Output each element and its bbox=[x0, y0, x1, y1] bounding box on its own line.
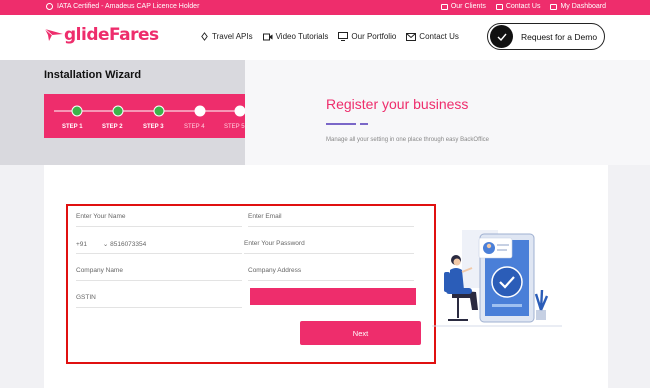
gstin-placeholder: GSTIN bbox=[76, 294, 96, 301]
main-nav: glideFares Travel APIs Video Tutorials O… bbox=[0, 15, 650, 60]
step-3-label: STEP 3 bbox=[143, 124, 164, 130]
name-field[interactable]: Enter Your Name bbox=[76, 213, 242, 227]
register-header-panel bbox=[245, 60, 650, 165]
register-title: Register your business bbox=[326, 96, 469, 112]
company-name-field[interactable]: Company Name bbox=[76, 267, 242, 281]
step-5-label: STEP 5 bbox=[224, 124, 245, 130]
highlighted-field[interactable] bbox=[250, 288, 416, 305]
nav-our-portfolio-label: Our Portfolio bbox=[351, 32, 397, 41]
company-address-field[interactable]: Company Address bbox=[248, 267, 414, 281]
password-field[interactable]: Enter Your Password bbox=[244, 240, 414, 254]
contact-us-top-label: Contact Us bbox=[505, 3, 541, 10]
mail-icon bbox=[406, 32, 417, 41]
logo[interactable]: glideFares bbox=[44, 25, 159, 45]
step-2-label: STEP 2 bbox=[102, 124, 123, 130]
plant-icon bbox=[534, 289, 549, 311]
step-3-dot bbox=[153, 105, 165, 117]
my-dashboard-label: My Dashboard bbox=[560, 3, 606, 10]
email-placeholder: Enter Email bbox=[248, 213, 282, 220]
country-code[interactable]: +91 bbox=[76, 241, 87, 248]
nav-video-tutorials[interactable]: Video Tutorials bbox=[262, 32, 329, 41]
phone-value: 8516073354 bbox=[110, 241, 147, 248]
certification-text: IATA Certified - Amadeus CAP Licence Hol… bbox=[57, 3, 200, 10]
phone-field[interactable]: +91 ⌄ 8516073354 bbox=[76, 240, 242, 254]
name-placeholder: Enter Your Name bbox=[76, 213, 126, 220]
nav-video-tutorials-label: Video Tutorials bbox=[275, 32, 329, 41]
step-2-dot bbox=[112, 105, 124, 117]
email-field[interactable]: Enter Email bbox=[248, 213, 414, 227]
nav-contact-us-label: Contact Us bbox=[419, 32, 459, 41]
nav-our-portfolio[interactable]: Our Portfolio bbox=[338, 32, 396, 41]
our-clients-link[interactable]: Our Clients bbox=[440, 3, 486, 10]
dashboard-icon bbox=[550, 3, 558, 10]
logo-text: glideFares bbox=[64, 25, 159, 45]
monitor-icon bbox=[338, 32, 349, 41]
step-1-label: STEP 1 bbox=[62, 124, 83, 130]
title-underline-dot bbox=[360, 123, 368, 125]
plane-logo-icon bbox=[44, 28, 63, 41]
mail-icon bbox=[495, 3, 503, 10]
certification-info: IATA Certified - Amadeus CAP Licence Hol… bbox=[46, 3, 199, 10]
chevron-down-icon: ⌄ bbox=[102, 241, 109, 248]
check-icon bbox=[490, 25, 513, 48]
company-address-placeholder: Company Address bbox=[248, 267, 302, 274]
api-icon bbox=[201, 32, 208, 41]
register-subtitle: Manage all your setting in one place thr… bbox=[326, 137, 489, 143]
wizard-title: Installation Wizard bbox=[44, 69, 142, 81]
nav-travel-apis-label: Travel APIs bbox=[212, 32, 253, 41]
contact-us-top-link[interactable]: Contact Us bbox=[495, 3, 541, 10]
nav-travel-apis[interactable]: Travel APIs bbox=[200, 32, 253, 41]
request-demo-label: Request for a Demo bbox=[521, 31, 598, 42]
request-demo-button[interactable]: Request for a Demo bbox=[487, 23, 605, 50]
step-1-dot bbox=[71, 105, 83, 117]
password-placeholder: Enter Your Password bbox=[244, 240, 305, 247]
monitor-icon bbox=[440, 3, 448, 10]
nav-contact-us[interactable]: Contact Us bbox=[406, 32, 459, 41]
top-bar: IATA Certified - Amadeus CAP Licence Hol… bbox=[0, 0, 650, 15]
step-4-label: STEP 4 bbox=[184, 124, 205, 130]
company-name-placeholder: Company Name bbox=[76, 267, 123, 274]
step-4-dot bbox=[194, 105, 206, 117]
title-underline bbox=[326, 123, 356, 125]
next-button[interactable]: Next bbox=[300, 321, 421, 345]
plant-pot-icon bbox=[536, 310, 546, 320]
chair-back bbox=[444, 272, 450, 292]
step-5-dot bbox=[234, 105, 246, 117]
verified-badge-icon bbox=[491, 266, 523, 298]
check-circle-icon bbox=[46, 3, 53, 10]
verification-illustration bbox=[432, 230, 562, 327]
our-clients-label: Our Clients bbox=[450, 3, 486, 10]
video-icon bbox=[262, 33, 273, 40]
gstin-field[interactable]: GSTIN bbox=[76, 294, 242, 308]
my-dashboard-link[interactable]: My Dashboard bbox=[550, 3, 606, 10]
